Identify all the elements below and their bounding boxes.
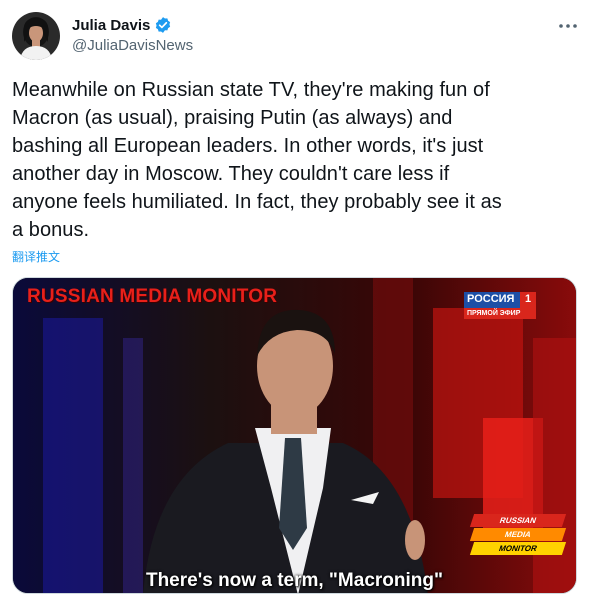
- rmm-logo: RUSSIAN MEDIA MONITOR: [469, 514, 567, 556]
- avatar[interactable]: [12, 12, 60, 60]
- video-subtitle: There's now a term, "Macroning": [145, 570, 444, 591]
- logo-line-russian: RUSSIAN: [469, 514, 567, 527]
- display-name[interactable]: Julia Davis: [72, 17, 150, 34]
- user-handle[interactable]: @JuliaDavisNews: [72, 37, 193, 54]
- more-options-icon[interactable]: [556, 14, 580, 38]
- banner-title: RUSSIAN MEDIA MONITOR: [27, 286, 278, 307]
- channel-logo: РОССИЯ 1 ПРЯМОЙ ЭФИР: [464, 292, 536, 319]
- logo-line-media: MEDIA: [469, 528, 567, 541]
- logo-line-monitor: MONITOR: [469, 542, 567, 555]
- channel-name: РОССИЯ: [464, 292, 520, 308]
- tweet-text: Meanwhile on Russian state TV, they're m…: [12, 79, 502, 241]
- tweet-header: Julia Davis @JuliaDavisNews: [12, 12, 580, 62]
- translate-tweet-link[interactable]: 翻译推文: [12, 248, 60, 265]
- verified-badge-icon: [156, 17, 171, 33]
- avatar-photo-icon: [12, 12, 60, 60]
- channel-number: 1: [520, 292, 536, 308]
- tweet-media-video[interactable]: RUSSIAN MEDIA MONITOR РОССИЯ 1 ПРЯМОЙ ЭФ…: [12, 277, 577, 594]
- channel-live-label: ПРЯМОЙ ЭФИР: [464, 308, 536, 319]
